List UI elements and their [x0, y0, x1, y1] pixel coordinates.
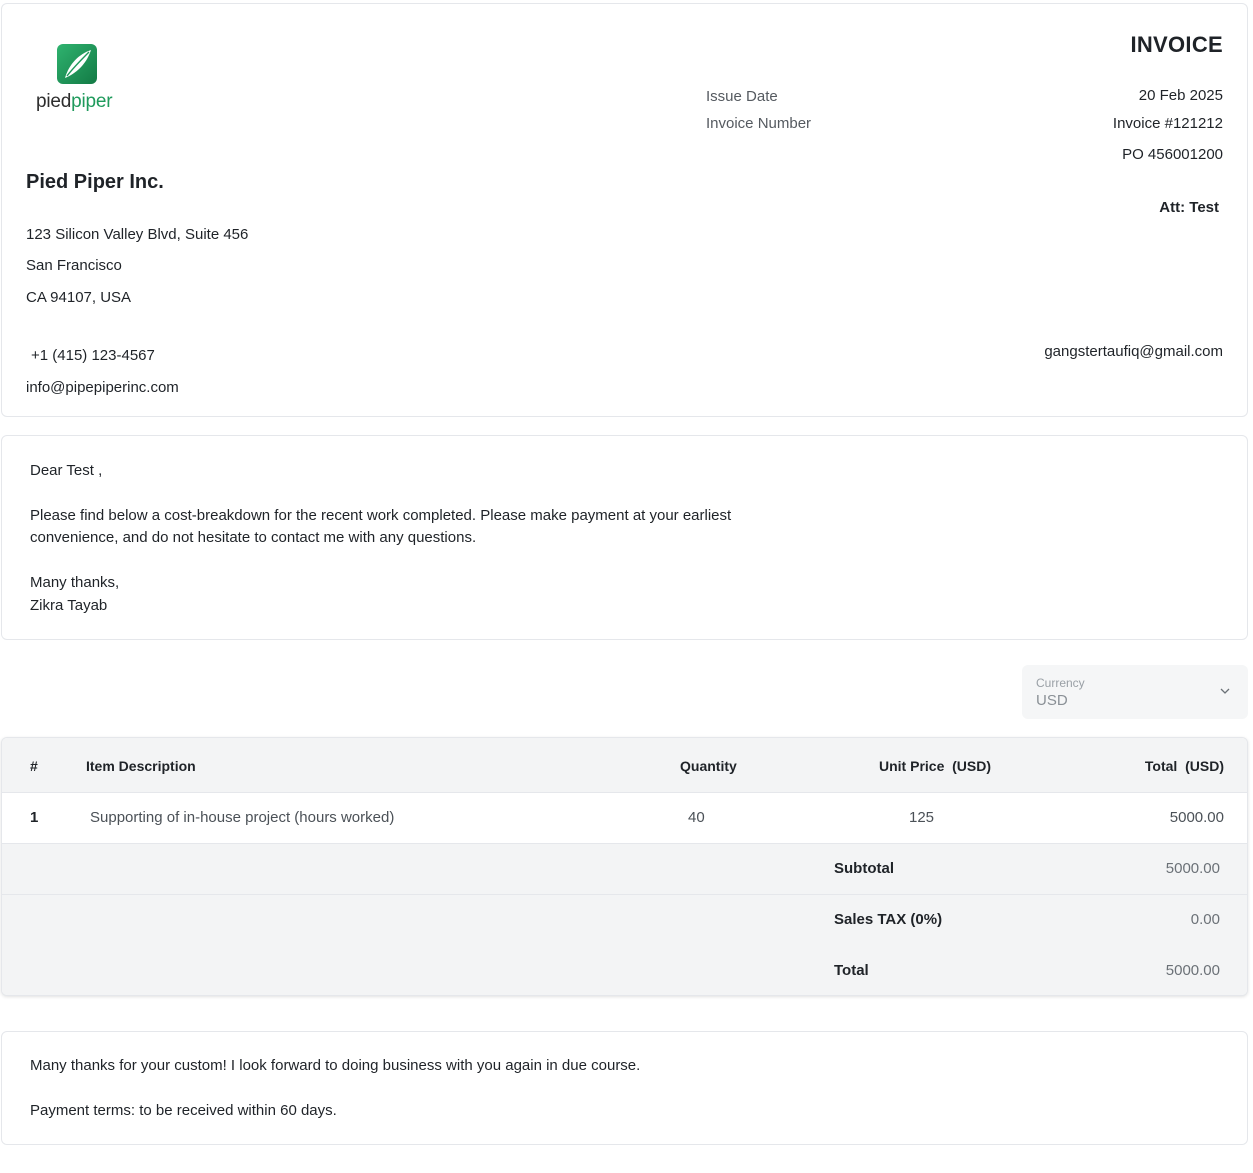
invoice-title: INVOICE	[1130, 32, 1223, 57]
company-address-line3: CA 94107, USA	[26, 289, 132, 306]
issue-date-label: Issue Date	[706, 88, 778, 105]
tax-row: Sales TAX (0%) 0.00	[2, 895, 1247, 946]
tax-label: Sales TAX (0%)	[834, 911, 943, 928]
currency-label: Currency	[1036, 676, 1085, 690]
letter-body: Please find below a cost-breakdown for t…	[30, 507, 732, 546]
table-header-row: # Item Description Quantity Unit Price (…	[2, 738, 1247, 793]
issue-date-value: 20 Feb 2025	[1138, 87, 1223, 104]
item-quantity: 40	[688, 809, 705, 826]
header-description: Item Description	[86, 758, 196, 774]
item-description: Supporting of in-house project (hours wo…	[90, 809, 395, 826]
footer-thanks: Many thanks for your custom! I look forw…	[30, 1057, 641, 1074]
client-email: gangstertaufiq@gmail.com	[1044, 343, 1223, 360]
attention-line: Att: Test	[1159, 199, 1219, 216]
company-logo: piedpiper	[36, 44, 126, 116]
table-row: 1 Supporting of in-house project (hours …	[2, 793, 1247, 844]
total-label: Total	[834, 962, 869, 979]
cover-letter-card: Dear Test , Please find below a cost-bre…	[1, 435, 1248, 640]
letter-greeting: Dear Test ,	[30, 462, 103, 479]
letter-signature: Zikra Tayab	[30, 597, 108, 614]
item-total: 5000.00	[1169, 809, 1224, 826]
company-name: Pied Piper Inc.	[26, 171, 164, 193]
letter-signoff: Many thanks,	[30, 574, 120, 591]
tax-value: 0.00	[1190, 911, 1220, 928]
subtotal-value: 5000.00	[1165, 860, 1220, 877]
header-index: #	[30, 758, 38, 774]
payment-terms: Payment terms: to be received within 60 …	[30, 1102, 337, 1119]
total-value: 5000.00	[1165, 962, 1220, 979]
company-phone: +1 (415) 123-4567	[31, 347, 155, 364]
header-total: Total (USD)	[1144, 758, 1224, 774]
invoice-header-card: piedpiper Pied Piper Inc. 123 Silicon Va…	[1, 3, 1248, 417]
pied-piper-leaf-icon	[57, 44, 97, 84]
subtotal-row: Subtotal 5000.00	[2, 844, 1247, 895]
invoice-number-value: Invoice #121212	[1112, 115, 1223, 132]
subtotal-label: Subtotal	[834, 860, 894, 877]
invoice-number-label: Invoice Number	[706, 115, 812, 132]
currency-value: USD	[1036, 692, 1068, 709]
company-email: info@pipepiperinc.com	[26, 379, 179, 396]
company-address-line2: San Francisco	[26, 257, 122, 274]
line-items-table: # Item Description Quantity Unit Price (…	[1, 737, 1248, 996]
header-quantity: Quantity	[680, 758, 737, 774]
header-unit-price: Unit Price (USD)	[879, 758, 992, 774]
item-index: 1	[30, 809, 39, 826]
total-row: Total 5000.00	[2, 945, 1247, 995]
footer-notes-card: Many thanks for your custom! I look forw…	[1, 1031, 1248, 1145]
company-address-line1: 123 Silicon Valley Blvd, Suite 456	[26, 226, 249, 243]
item-unit-price: 125	[909, 809, 935, 826]
currency-select[interactable]: Currency USD	[1022, 665, 1248, 719]
logo-wordmark: piedpiper	[36, 91, 113, 112]
po-number: PO 456001200	[1122, 146, 1223, 163]
chevron-down-icon	[1220, 688, 1230, 694]
